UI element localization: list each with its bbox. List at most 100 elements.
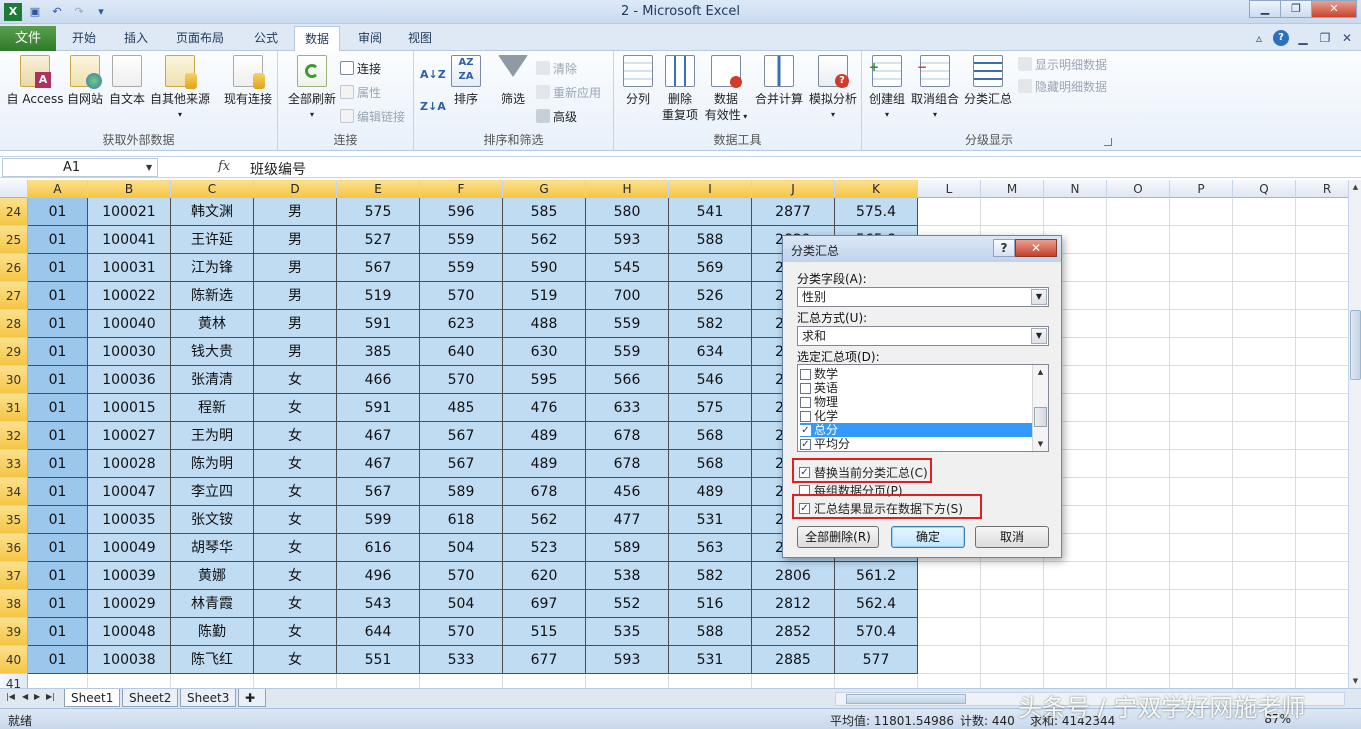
column-header[interactable]: F: [420, 180, 503, 198]
table-cell[interactable]: [1107, 226, 1170, 254]
table-cell[interactable]: 女: [254, 618, 337, 646]
table-cell[interactable]: [1107, 366, 1170, 394]
table-cell[interactable]: 504: [420, 534, 503, 562]
table-cell[interactable]: [1107, 590, 1170, 618]
insert-function-icon[interactable]: fx: [218, 159, 230, 174]
dialog-help-button[interactable]: ?: [993, 239, 1015, 257]
table-cell[interactable]: 697: [503, 590, 586, 618]
table-cell[interactable]: [1296, 338, 1348, 366]
table-cell[interactable]: [28, 674, 88, 688]
table-cell[interactable]: 100039: [88, 562, 171, 590]
table-cell[interactable]: 女: [254, 590, 337, 618]
table-cell[interactable]: 476: [503, 394, 586, 422]
table-cell[interactable]: 567: [420, 450, 503, 478]
table-cell[interactable]: [1170, 478, 1233, 506]
table-cell[interactable]: 100027: [88, 422, 171, 450]
table-cell[interactable]: 496: [337, 562, 420, 590]
table-cell[interactable]: 100022: [88, 282, 171, 310]
row-header[interactable]: 32: [0, 422, 28, 450]
properties-button[interactable]: 属性: [340, 83, 381, 101]
tab-view[interactable]: 视图: [398, 29, 442, 51]
checkbox-box[interactable]: ✓: [800, 438, 811, 450]
table-cell[interactable]: 01: [28, 562, 88, 590]
table-cell[interactable]: [1296, 226, 1348, 254]
formula-input[interactable]: 班级编号: [250, 159, 306, 179]
table-cell[interactable]: [1107, 646, 1170, 674]
table-cell[interactable]: [1044, 674, 1107, 688]
table-cell[interactable]: [1170, 422, 1233, 450]
table-cell[interactable]: [1233, 646, 1296, 674]
table-cell[interactable]: 700: [586, 282, 669, 310]
zoom-level[interactable]: 87%: [1264, 712, 1291, 726]
table-cell[interactable]: 593: [586, 646, 669, 674]
table-cell[interactable]: [1233, 478, 1296, 506]
table-cell[interactable]: [1296, 422, 1348, 450]
table-cell[interactable]: 女: [254, 646, 337, 674]
table-cell[interactable]: 2812: [752, 590, 835, 618]
table-cell[interactable]: [1170, 618, 1233, 646]
ungroup-button[interactable]: − 取消组合 ▾: [910, 55, 960, 123]
table-cell[interactable]: 女: [254, 534, 337, 562]
column-header[interactable]: R: [1296, 180, 1348, 198]
from-access-button[interactable]: A 自 Access: [6, 55, 64, 107]
table-cell[interactable]: [1296, 478, 1348, 506]
table-cell[interactable]: [1044, 646, 1107, 674]
table-cell[interactable]: 01: [28, 450, 88, 478]
table-cell[interactable]: 562.4: [835, 590, 918, 618]
table-cell[interactable]: 623: [420, 310, 503, 338]
table-cell[interactable]: 596: [420, 198, 503, 226]
help-icon[interactable]: ?: [1273, 30, 1289, 46]
table-cell[interactable]: [1296, 198, 1348, 226]
table-cell[interactable]: 男: [254, 254, 337, 282]
table-cell[interactable]: [752, 674, 835, 688]
table-cell[interactable]: 黄林: [171, 310, 254, 338]
table-cell[interactable]: 582: [669, 310, 752, 338]
table-cell[interactable]: [1233, 534, 1296, 562]
table-cell[interactable]: 100031: [88, 254, 171, 282]
table-cell[interactable]: 2806: [752, 562, 835, 590]
table-cell[interactable]: 女: [254, 394, 337, 422]
sheet-tab-sheet1[interactable]: Sheet1: [64, 689, 121, 707]
table-cell[interactable]: [918, 562, 981, 590]
table-cell[interactable]: [1233, 254, 1296, 282]
table-cell[interactable]: [1107, 674, 1170, 688]
table-cell[interactable]: [1170, 366, 1233, 394]
edit-links-button[interactable]: 编辑链接: [340, 107, 405, 125]
list-scrollbar[interactable]: ▲ ▼: [1032, 365, 1048, 451]
table-cell[interactable]: [1296, 590, 1348, 618]
name-box-dropdown-icon[interactable]: ▼: [146, 163, 152, 172]
table-cell[interactable]: 543: [337, 590, 420, 618]
worksheet-grid[interactable]: ABCDEFGHIJKLMNOPQR 24 01 100021 韩文渊男 575 596 5…: [0, 180, 1348, 688]
hide-detail-button[interactable]: 隐藏明细数据: [1018, 77, 1107, 95]
table-cell[interactable]: 618: [420, 506, 503, 534]
from-text-button[interactable]: 自文本: [106, 55, 148, 107]
column-header[interactable]: M: [981, 180, 1044, 198]
table-cell[interactable]: 552: [586, 590, 669, 618]
table-cell[interactable]: [171, 674, 254, 688]
table-cell[interactable]: [1233, 506, 1296, 534]
table-cell[interactable]: 620: [503, 562, 586, 590]
table-cell[interactable]: [1296, 506, 1348, 534]
table-cell[interactable]: [1170, 394, 1233, 422]
table-cell[interactable]: 678: [586, 422, 669, 450]
prev-sheet-icon[interactable]: ◀: [22, 692, 28, 701]
column-header[interactable]: K: [835, 180, 918, 198]
table-cell[interactable]: [918, 590, 981, 618]
select-all-corner[interactable]: [0, 180, 28, 198]
table-cell[interactable]: [669, 674, 752, 688]
vertical-scroll-thumb[interactable]: [1350, 310, 1361, 380]
table-cell[interactable]: 533: [420, 646, 503, 674]
table-cell[interactable]: [1296, 394, 1348, 422]
table-cell[interactable]: 678: [586, 450, 669, 478]
table-cell[interactable]: [981, 674, 1044, 688]
list-item[interactable]: 数学: [800, 367, 1032, 381]
table-cell[interactable]: [981, 618, 1044, 646]
table-cell[interactable]: 男: [254, 226, 337, 254]
column-header[interactable]: H: [586, 180, 669, 198]
list-item[interactable]: ✓ 平均分: [800, 437, 1032, 451]
column-header[interactable]: N: [1044, 180, 1107, 198]
list-item[interactable]: 化学: [800, 409, 1032, 423]
table-cell[interactable]: [1233, 674, 1296, 688]
column-header[interactable]: L: [918, 180, 981, 198]
row-header[interactable]: 35: [0, 506, 28, 534]
